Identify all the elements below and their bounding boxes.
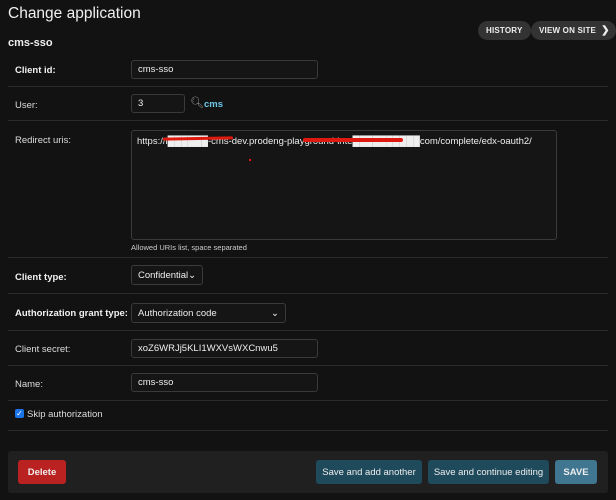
grant-type-select[interactable]: Authorization code ⌄ bbox=[131, 303, 286, 323]
client-secret-input[interactable]: xoZ6WRJj5KLI1WXVsWXCnwu5 bbox=[131, 339, 318, 358]
skip-authorization-label: Skip authorization bbox=[27, 409, 103, 420]
client-id-row: Client id: cms-sso bbox=[8, 52, 608, 87]
user-row: User: 3 🔍︎ cms bbox=[8, 87, 608, 121]
client-type-select[interactable]: Confidential ⌄ bbox=[131, 265, 203, 285]
client-id-input[interactable]: cms-sso bbox=[131, 60, 318, 79]
chevron-down-icon: ⌄ bbox=[271, 307, 279, 319]
client-type-label: Client type: bbox=[15, 272, 67, 283]
redaction-dot bbox=[249, 159, 251, 161]
user-lookup-link[interactable]: cms bbox=[204, 99, 223, 110]
redirect-uris-help: Allowed URIs list, space separated bbox=[131, 243, 247, 252]
redirect-uris-label: Redirect uris: bbox=[15, 135, 71, 146]
redaction-mark bbox=[303, 138, 403, 142]
chevron-down-icon: ⌄ bbox=[188, 269, 197, 281]
save-and-add-another-button[interactable]: Save and add another bbox=[316, 460, 422, 484]
redirect-uris-row: Redirect uris: https://l██████-cms-dev.p… bbox=[8, 121, 608, 258]
name-input[interactable]: cms-sso bbox=[131, 373, 318, 392]
name-row: Name: cms-sso bbox=[8, 366, 608, 401]
redirect-uris-textarea[interactable]: https://l██████-cms-dev.prodeng-playgrou… bbox=[131, 130, 557, 240]
skip-authorization-checkbox[interactable]: ✓ bbox=[15, 409, 24, 418]
search-icon[interactable]: 🔍︎ bbox=[190, 96, 204, 109]
grant-type-value: Authorization code bbox=[138, 307, 217, 319]
chevron-right-icon: ❯ bbox=[601, 25, 610, 36]
client-type-row: Client type: Confidential ⌄ bbox=[8, 258, 608, 294]
object-name: cms-sso bbox=[8, 37, 53, 49]
client-secret-row: Client secret: xoZ6WRJj5KLI1WXVsWXCnwu5 bbox=[8, 331, 608, 366]
skip-authorization-row: ✓ Skip authorization bbox=[8, 401, 608, 431]
client-type-value: Confidential bbox=[138, 269, 189, 281]
client-secret-label: Client secret: bbox=[15, 344, 71, 355]
client-id-label: Client id: bbox=[15, 65, 56, 76]
page-title: Change application bbox=[8, 5, 141, 22]
name-label: Name: bbox=[15, 379, 43, 390]
user-label: User: bbox=[15, 100, 38, 111]
history-button[interactable]: HISTORY bbox=[478, 21, 531, 40]
grant-type-label: Authorization grant type: bbox=[15, 308, 128, 319]
save-and-continue-button[interactable]: Save and continue editing bbox=[428, 460, 549, 484]
user-id-input[interactable]: 3 bbox=[131, 94, 185, 113]
grant-type-row: Authorization grant type: Authorization … bbox=[8, 294, 608, 331]
save-button[interactable]: SAVE bbox=[555, 460, 597, 484]
view-on-site-label: VIEW ON SITE bbox=[539, 26, 597, 35]
delete-button[interactable]: Delete bbox=[18, 460, 66, 484]
view-on-site-button[interactable]: VIEW ON SITE ❯ bbox=[531, 21, 616, 40]
